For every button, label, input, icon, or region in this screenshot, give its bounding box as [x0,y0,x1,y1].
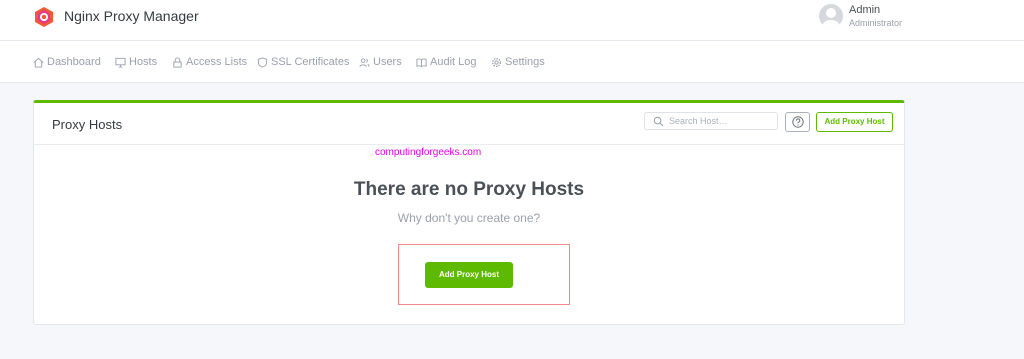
help-icon [792,116,804,128]
nav-label: Hosts [129,56,158,68]
users-icon [359,57,370,67]
add-proxy-host-header-button[interactable]: Add Proxy Host [816,112,893,132]
nav-label: SSL Certificates [271,56,350,68]
add-proxy-host-button[interactable]: Add Proxy Host [425,262,513,288]
nav-item-audit-log[interactable]: Audit Log [416,55,476,69]
home-icon [33,57,44,68]
nav-item-users[interactable]: Users [359,55,402,69]
app-title: Nginx Proxy Manager [64,8,199,24]
avatar[interactable] [819,4,843,28]
nav-label: Dashboard [47,56,101,68]
card-header: Proxy Hosts Add Proxy Host [34,103,904,145]
search-input[interactable] [669,114,773,128]
user-name[interactable]: Admin [849,4,880,16]
proxy-hosts-card: Proxy Hosts Add Proxy Host computingforg… [33,100,905,325]
monitor-icon [115,57,126,68]
user-role: Administrator [849,18,903,28]
nav-label: Audit Log [430,56,477,68]
nav-item-access-lists[interactable]: Access Lists [172,55,247,69]
watermark-text: computingforgeeks.com [375,147,482,158]
nginx-proxy-manager-logo[interactable] [34,6,54,28]
lock-icon [173,56,182,68]
shield-icon [257,56,268,68]
search-icon [653,116,664,127]
nav-item-settings[interactable]: Settings [491,55,545,69]
user-avatar-icon [822,8,840,28]
nav-item-hosts[interactable]: Hosts [115,55,157,69]
empty-state-title: There are no Proxy Hosts [353,179,585,200]
nav-label: Settings [505,56,545,68]
nav-item-dashboard[interactable]: Dashboard [33,55,101,69]
nav-item-ssl-certificates[interactable]: SSL Certificates [257,55,349,69]
nav-label: Users [373,56,402,68]
empty-state-subtitle: Why don't you create one? [397,211,541,225]
help-button[interactable] [785,112,810,132]
card-title: Proxy Hosts [52,117,123,132]
main-nav: Dashboard Hosts Access Lists SSL Certifi… [0,41,1024,83]
nav-label: Access Lists [186,56,248,68]
top-header: Nginx Proxy Manager Admin Administrator [0,0,1024,41]
search-box[interactable] [644,112,778,130]
gear-icon [492,57,501,67]
book-icon [416,58,427,67]
